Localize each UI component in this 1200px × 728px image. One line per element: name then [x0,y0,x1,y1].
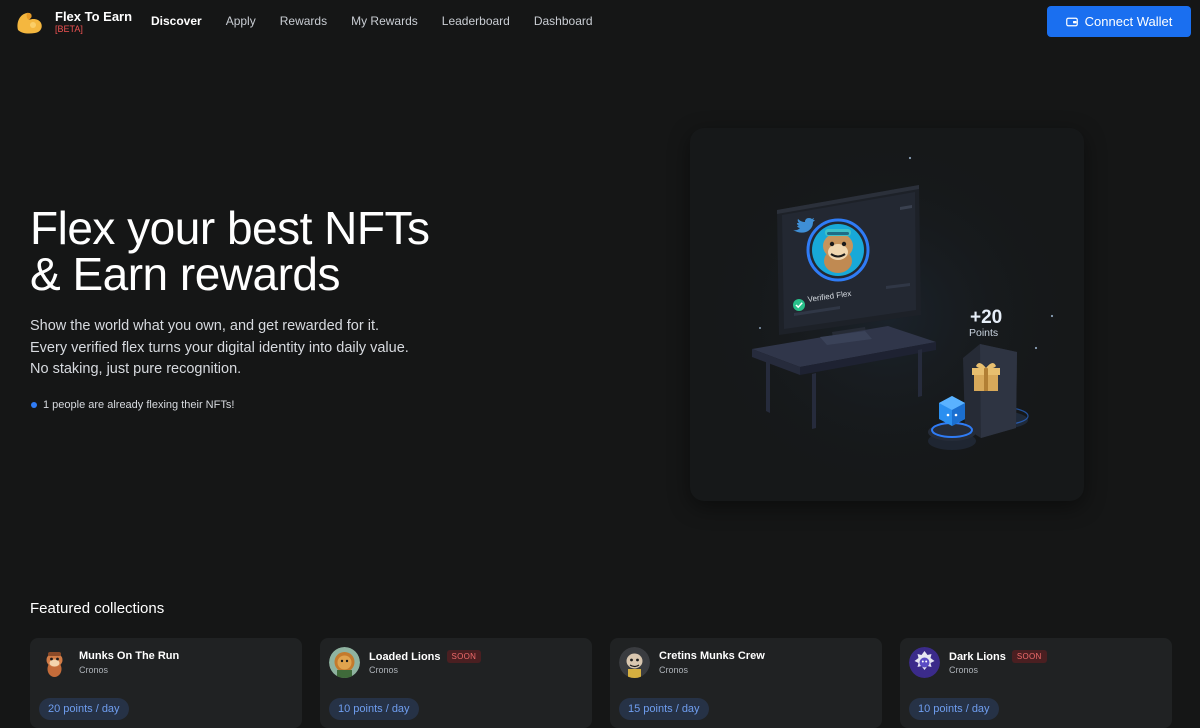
brand[interactable]: Flex To Earn [BETA] [55,10,132,34]
flexed-arm-logo-icon[interactable] [14,8,46,36]
munk-squirrel-icon [39,647,70,678]
brand-name: Flex To Earn [55,9,133,24]
connect-wallet-label: Connect Wallet [1084,14,1173,29]
nav-links: Discover Apply Rewards My Rewards Leader… [151,14,617,28]
featured-collections-list: Munks On The Run Cronos 20 points / day … [30,638,1172,728]
cretins-munks-crew-avatar [619,647,650,678]
collection-chain: Cronos [79,665,109,675]
collection-name: Loaded Lions [369,650,441,663]
cretin-munk-icon [619,647,650,678]
hero-subtitle: Show the world what you own, and get rew… [30,316,409,381]
card-name-row: Munks On The Run [79,650,179,662]
collection-chain: Cronos [369,665,399,675]
hero-subtitle-line-2: Every verified flex turns your digital i… [30,339,409,356]
flexers-count: 1 people are already flexing their NFTs! [31,399,234,411]
nav-discover[interactable]: Discover [151,14,202,28]
nft-avatar-icon [806,218,870,282]
card-name-row: Loaded Lions SOON [369,650,482,663]
wallet-icon [1065,17,1078,26]
live-dot-icon [31,402,37,408]
collection-chain: Cronos [949,665,979,675]
collection-card-loaded-lions[interactable]: Loaded Lions SOON Cronos 10 points / day [320,638,592,728]
nav-dashboard[interactable]: Dashboard [534,14,593,28]
collection-chain: Cronos [659,665,689,675]
loaded-lions-avatar [329,647,360,678]
featured-collections-title: Featured collections [30,600,165,617]
hero-subtitle-line-1: Show the world what you own, and get rew… [30,318,379,334]
nav-apply[interactable]: Apply [226,14,256,28]
collection-card-cretins-munks-crew[interactable]: Cretins Munks Crew Cronos 15 points / da… [610,638,882,728]
nav-my-rewards[interactable]: My Rewards [351,14,418,28]
hero-title: Flex your best NFTs & Earn rewards [30,205,430,297]
dark-lion-icon [909,647,940,678]
navbar: Flex To Earn [BETA] Discover Apply Rewar… [0,0,1200,43]
nav-rewards[interactable]: Rewards [280,14,327,28]
verified-check-icon [793,299,805,311]
hero-title-line-2: & Earn rewards [30,248,341,300]
nav-leaderboard[interactable]: Leaderboard [442,14,510,28]
collection-name: Cretins Munks Crew [659,650,765,662]
munks-on-the-run-avatar [39,647,70,678]
card-name-row: Cretins Munks Crew [659,650,765,662]
collection-card-dark-lions[interactable]: Dark Lions SOON Cronos 10 points / day [900,638,1172,728]
soon-badge: SOON [1011,650,1047,663]
dark-lions-avatar [909,647,940,678]
soon-badge: SOON [446,650,482,663]
hero-illustration: Verified Flex +20 Points [690,128,1084,501]
connect-wallet-button[interactable]: Connect Wallet [1047,6,1191,37]
card-name-row: Dark Lions SOON [949,650,1047,663]
collection-name: Munks On The Run [79,650,180,662]
flexers-count-text: 1 people are already flexing their NFTs! [43,399,235,411]
desk-monitor-illustration: Verified Flex +20 Points [690,128,1084,501]
hero-subtitle-line-3: No staking, just pure recognition. [30,361,242,377]
collection-name: Dark Lions [949,650,1006,663]
collection-card-munks-on-the-run[interactable]: Munks On The Run Cronos 20 points / day [30,638,302,728]
points-label: Points [969,327,998,339]
points-value: +20 [970,307,1002,328]
beta-tag: [BETA] [55,24,83,34]
lion-icon [329,647,360,678]
hero-title-line-1: Flex your best NFTs [30,202,430,254]
